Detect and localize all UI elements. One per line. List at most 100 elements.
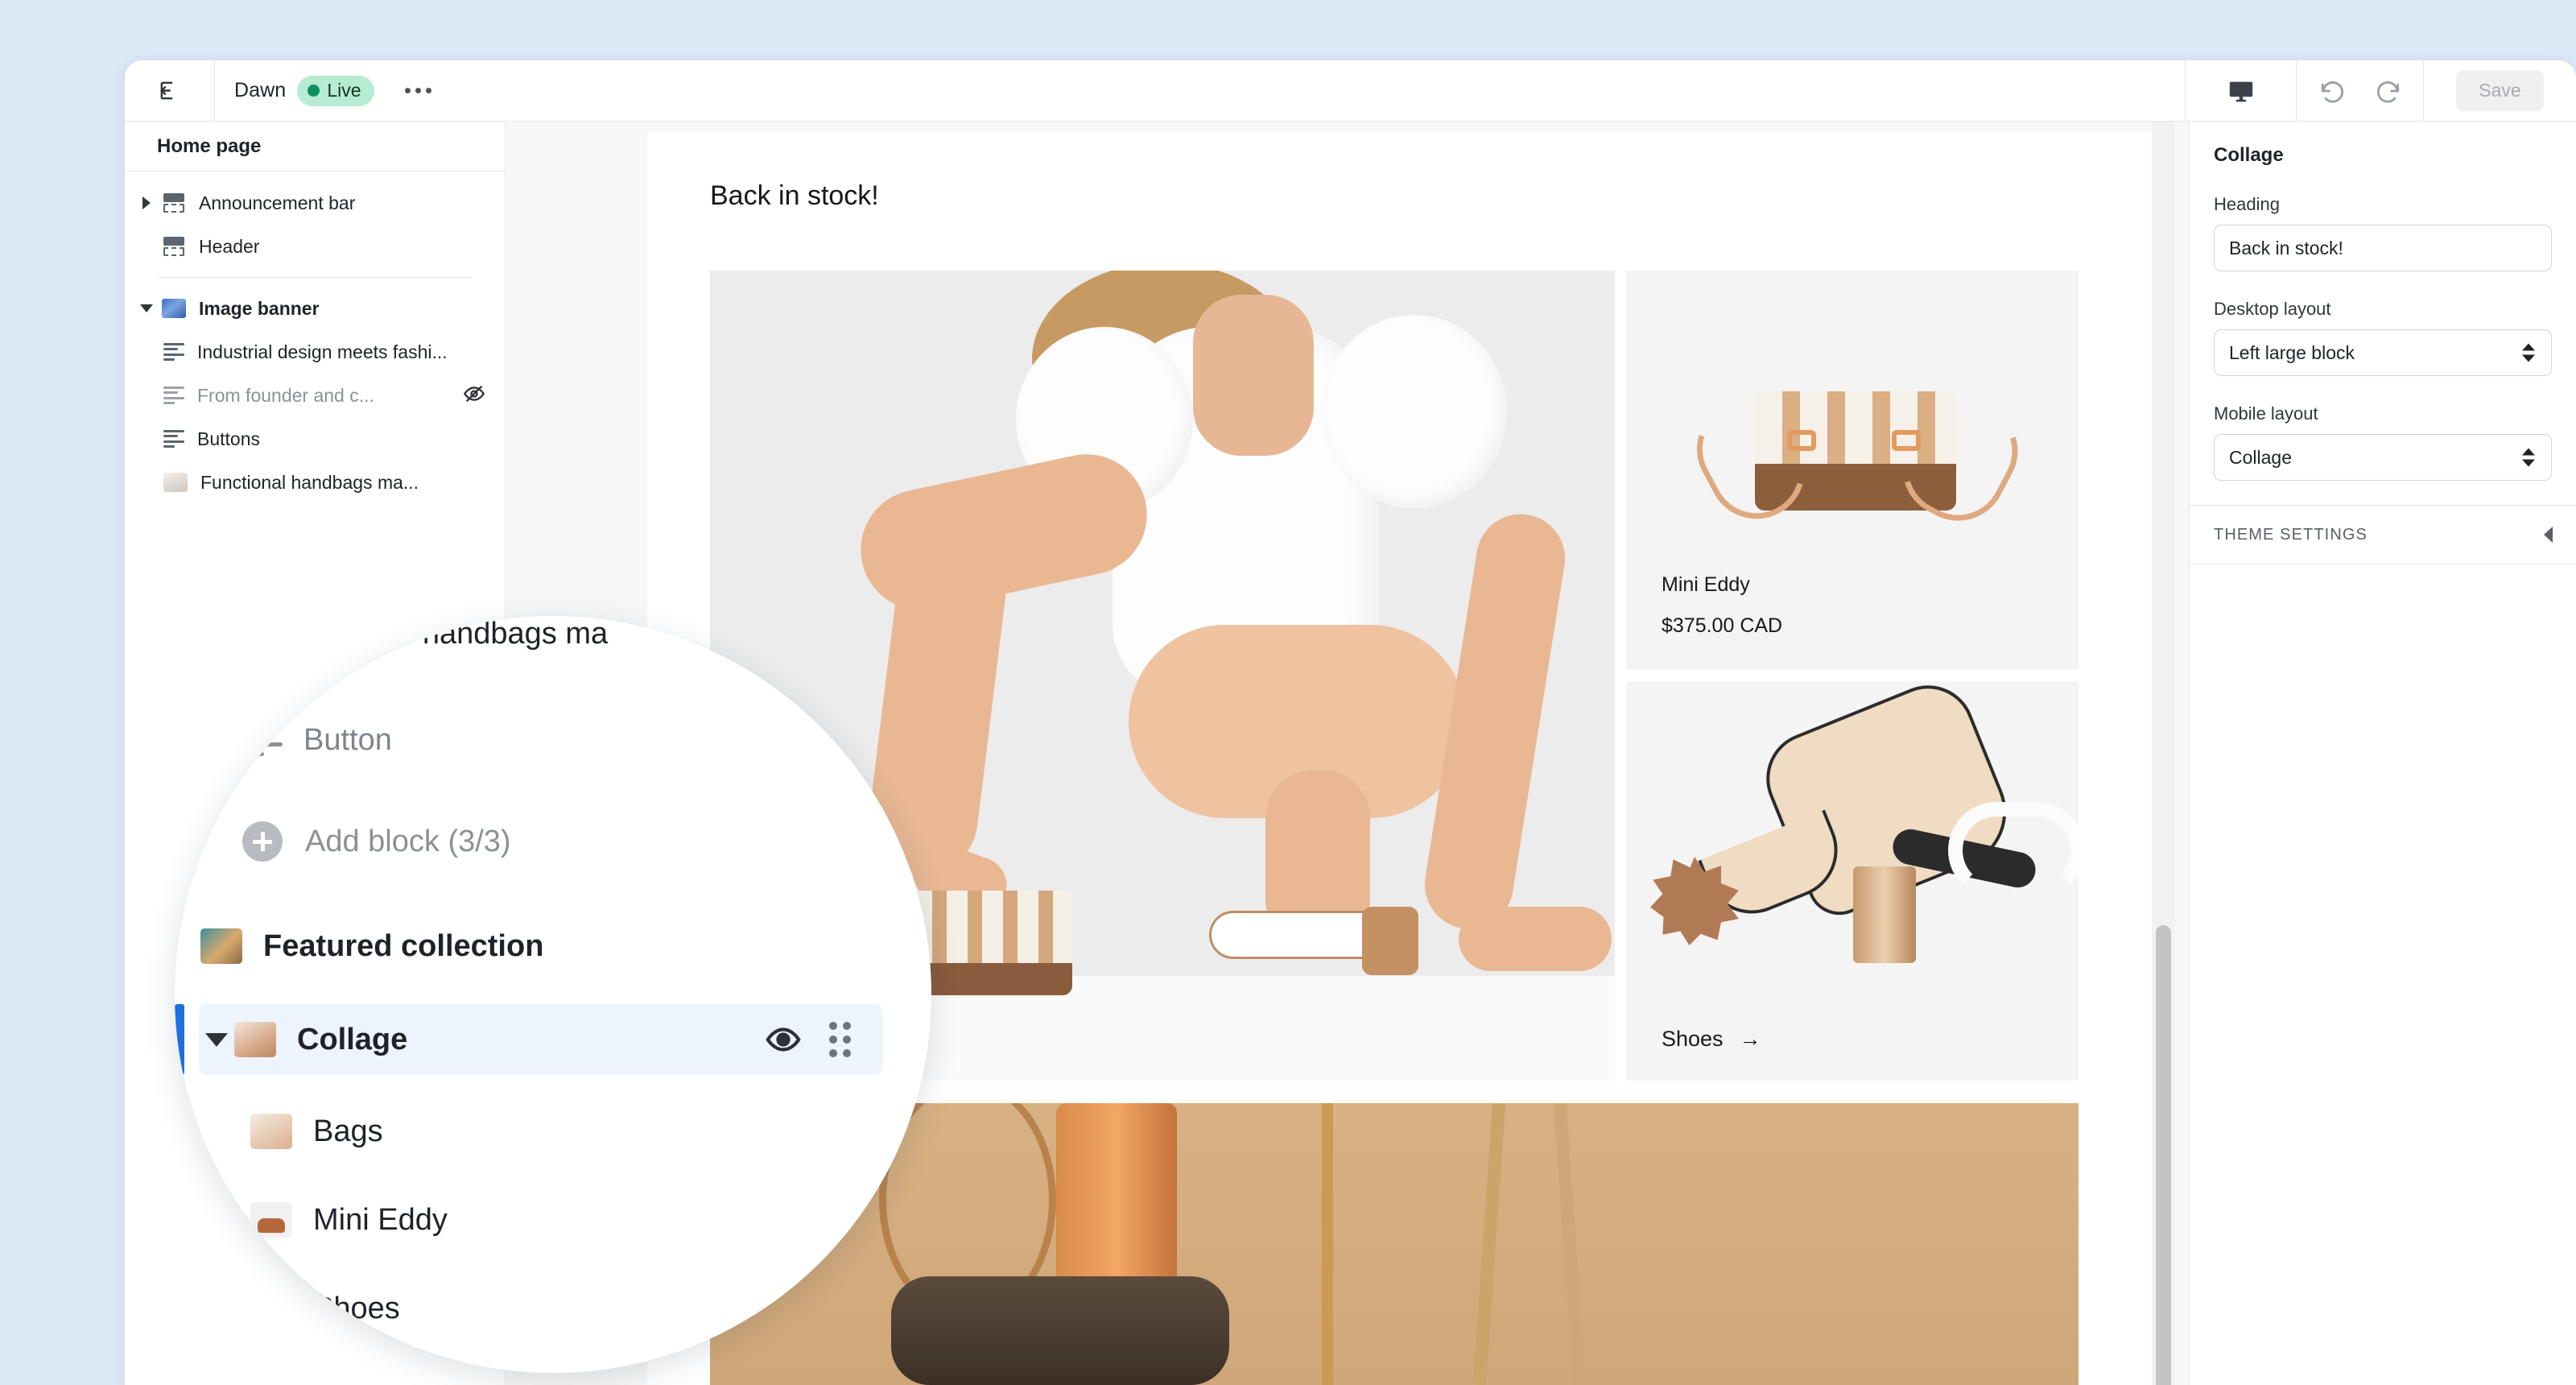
heading-field-label: Heading [2214, 194, 2552, 215]
sidebar-item-label: Header [199, 236, 259, 258]
sidebar-block-industrial-design[interactable]: Industrial design meets fashi... [125, 330, 505, 374]
ellipsis-icon [405, 88, 411, 93]
sidebar-item-label: Announcement bar [199, 192, 355, 214]
mobile-layout-value: Collage [2229, 447, 2292, 469]
lens-row-button[interactable]: Button [175, 705, 931, 775]
text-block-icon [163, 387, 184, 404]
lamp-base [891, 1276, 1229, 1385]
top-bar: Dawn Live Home page [125, 60, 2576, 122]
sidebar-block-functional-handbags[interactable]: Functional handbags ma... [125, 461, 505, 504]
section-thumbnail [200, 928, 242, 964]
status-badge-label: Live [327, 80, 361, 101]
lens-row-label: Collage [297, 1023, 407, 1057]
disclosure-triangle-icon[interactable] [136, 196, 157, 209]
section-thumbnail [162, 299, 186, 318]
preview-scrollbar-thumb[interactable] [2156, 925, 2171, 1385]
sidebar-item-announcement-bar[interactable]: Announcement bar [125, 181, 505, 225]
lens-row-functional-handbags[interactable]: Functional handbags ma [175, 616, 931, 669]
store-info: Dawn Live [234, 60, 440, 121]
sidebar-item-label: Image banner [199, 298, 320, 320]
heading-input[interactable] [2214, 225, 2552, 271]
collage-card-mini-eddy[interactable]: Mini Eddy $375.00 CAD [1626, 271, 2079, 670]
eye-icon[interactable] [765, 1021, 802, 1058]
lamp-rod [1322, 1103, 1333, 1385]
lens-row-label: Bags [313, 1114, 383, 1149]
drag-handle-icon[interactable] [829, 1022, 851, 1057]
lens-row-featured-collection[interactable]: Featured collection [175, 911, 931, 982]
eye-off-icon [463, 382, 485, 405]
redo-icon [2372, 76, 2403, 106]
product-meta: Mini Eddy $375.00 CAD [1662, 573, 1782, 638]
lens-add-block-collage[interactable]: Add block (3/3) [175, 1363, 931, 1373]
save-cell: Save [2423, 60, 2576, 121]
disclosure-triangle-icon[interactable] [199, 1033, 234, 1047]
theme-editor-window: Dawn Live Home page [125, 60, 2576, 1385]
plus-circle-icon [242, 821, 283, 862]
block-thumbnail [250, 1291, 292, 1326]
lens-row-mini-eddy[interactable]: Mini Eddy [175, 1184, 931, 1255]
collection-link-label: Shoes [1662, 1027, 1724, 1052]
store-name: Dawn [234, 79, 286, 102]
lens-row-collage[interactable]: Collage [199, 1004, 883, 1075]
sidebar-block-buttons[interactable]: Buttons [125, 417, 505, 461]
collage-heading: Back in stock! [647, 132, 2171, 212]
exit-icon [158, 79, 181, 102]
lens-row-label: Button [303, 723, 392, 758]
collage-card-shoes[interactable]: Shoes → [1626, 681, 2079, 1081]
stepper-icon [2522, 449, 2535, 467]
settings-panel: Collage Heading Desktop layout Left larg… [2189, 122, 2576, 1385]
exit-editor-button[interactable] [125, 60, 215, 121]
selection-indicator [175, 1004, 184, 1075]
desktop-layout-value: Left large block [2229, 342, 2355, 364]
sidebar-item-label: From founder and c... [197, 385, 374, 407]
lens-selected-wrapper: Collage [175, 1004, 931, 1075]
section-icon [162, 237, 186, 257]
undo-button[interactable] [2318, 76, 2348, 106]
lens-row-label: Functional handbags ma [273, 617, 608, 651]
collage-right-column: Mini Eddy $375.00 CAD Shoes [1626, 271, 2079, 1081]
block-thumbnail [250, 1202, 292, 1238]
collection-link-shoes[interactable]: Shoes → [1662, 1027, 1761, 1052]
section-icon [162, 193, 186, 213]
block-thumbnail [250, 1114, 292, 1149]
lens-add-block-image-banner[interactable]: Add block (3/3) [175, 806, 931, 877]
lens-row-label: Featured collection [263, 929, 543, 964]
product-price: $375.00 CAD [1662, 614, 1782, 638]
settings-title: Collage [2190, 122, 2576, 167]
hidden-indicator [463, 382, 485, 409]
mobile-layout-field: Mobile layout Collage [2190, 403, 2576, 481]
eye-off-icon[interactable] [861, 721, 899, 759]
theme-settings-button[interactable]: THEME SETTINGS [2190, 505, 2576, 564]
lens-add-block-label: Add block (3/3) [305, 825, 511, 859]
more-options-button[interactable] [397, 81, 440, 100]
desktop-icon [2227, 77, 2255, 105]
sidebar-block-from-founder[interactable]: From founder and c... [125, 374, 505, 417]
sections-list: Announcement bar Header Image banner Ind… [125, 172, 505, 504]
sidebar-item-image-banner[interactable]: Image banner [125, 287, 505, 330]
stepper-icon [2522, 344, 2535, 362]
product-title: Mini Eddy [1662, 573, 1782, 597]
lamp-stem [1056, 1103, 1177, 1296]
disclosure-triangle-icon[interactable] [136, 304, 157, 312]
sidebar-item-label: Industrial design meets fashi... [197, 341, 448, 363]
block-thumbnail [210, 616, 252, 651]
desktop-layout-select[interactable]: Left large block [2214, 329, 2552, 376]
redo-button[interactable] [2372, 76, 2403, 106]
lens-row-shoes[interactable]: Shoes [175, 1273, 931, 1344]
desktop-layout-label: Desktop layout [2214, 299, 2552, 320]
text-block-icon [163, 430, 184, 448]
heading-field: Heading [2190, 194, 2576, 271]
sidebar-item-header[interactable]: Header [125, 225, 505, 268]
section-thumbnail [234, 1022, 276, 1057]
sidebar-header: Home page [125, 122, 505, 172]
theme-settings-label: THEME SETTINGS [2214, 526, 2368, 544]
text-block-icon [244, 724, 283, 756]
device-preview-button[interactable] [2185, 60, 2296, 121]
magnified-sidebar: Functional handbags ma Button Add block … [175, 616, 931, 1373]
block-thumbnail [163, 473, 188, 492]
sidebar-item-label: Buttons [197, 428, 260, 450]
mobile-layout-select[interactable]: Collage [2214, 434, 2552, 481]
status-badge: Live [297, 76, 374, 106]
save-button[interactable]: Save [2456, 70, 2543, 111]
lens-row-bags[interactable]: Bags [175, 1096, 931, 1167]
